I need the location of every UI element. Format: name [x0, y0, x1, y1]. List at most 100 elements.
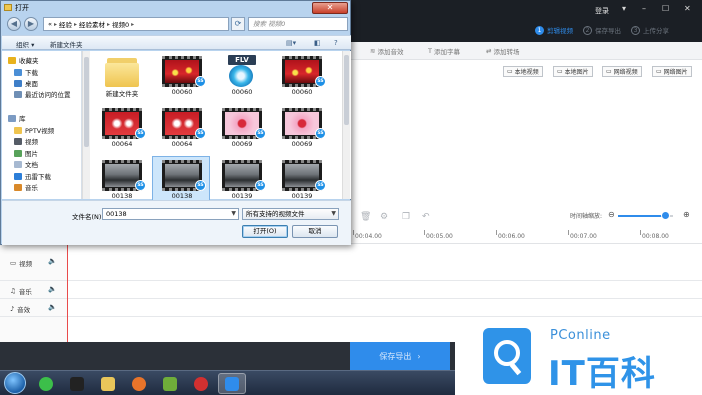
nav-item[interactable]: 库	[8, 113, 26, 123]
nav-item[interactable]: 下载	[14, 67, 38, 77]
file-item[interactable]: SS 00060	[272, 52, 330, 100]
nav-item[interactable]: 最近访问的位置	[14, 89, 71, 99]
file-item[interactable]: SS 00060	[152, 52, 210, 100]
360-app[interactable]	[32, 373, 60, 394]
nav-item[interactable]: 视频	[14, 136, 38, 146]
breadcrumb-item[interactable]: 经验素材	[79, 19, 105, 29]
open-button[interactable]: 打开(O)	[242, 225, 288, 238]
step-edit-video[interactable]: 1 剪辑视频	[535, 25, 573, 35]
track-video[interactable]: ▭ 视频	[10, 258, 32, 268]
scrollbar-thumb[interactable]	[344, 55, 349, 125]
nav-item[interactable]: 音乐	[14, 182, 38, 192]
start-button[interactable]	[4, 372, 26, 394]
file-item[interactable]: SS 00069	[272, 104, 330, 152]
step-label: 保存导出	[595, 27, 621, 35]
login-link[interactable]: 登录	[595, 6, 609, 16]
file-item[interactable]: FLV 00060	[212, 52, 270, 100]
track-music[interactable]: ♫ 音乐	[10, 286, 32, 296]
local-image-button[interactable]: ▭ 本地图片	[553, 66, 593, 77]
copy-icon[interactable]: ❐	[402, 212, 410, 222]
file-grid: 新建文件夹 SS 00060 FLV 00060 SS 00060 SS 00064 SS 0006…	[92, 51, 342, 204]
save-export-button[interactable]: 保存导出 ›	[350, 342, 450, 370]
cancel-button[interactable]: 取消	[292, 225, 338, 238]
breadcrumb-item[interactable]: 经验	[59, 19, 72, 29]
nav-item[interactable]: 文档	[14, 159, 38, 169]
close-icon: ✕	[326, 3, 334, 12]
file-item[interactable]: SS 00139	[272, 156, 330, 204]
firefox-app[interactable]	[125, 373, 153, 394]
record-app[interactable]	[187, 373, 215, 394]
file-item[interactable]: SS 00069	[212, 104, 270, 152]
menu-dropdown-icon[interactable]: ▾	[622, 4, 626, 13]
timeline-playhead[interactable]	[67, 230, 68, 342]
file-item[interactable]: SS 00138	[92, 156, 150, 204]
scrollbar-thumb[interactable]	[84, 57, 89, 147]
maximize-icon[interactable]: ☐	[662, 4, 669, 13]
dialog-titlebar[interactable]: 打开 ✕	[1, 1, 350, 15]
zoom-slider-handle[interactable]	[660, 211, 670, 220]
tab-add-subtitle[interactable]: T 添加字幕	[428, 46, 460, 56]
disc-icon	[229, 65, 253, 87]
filetype-select[interactable]: 所有支持的视频文件 ▼	[242, 208, 339, 220]
qq-app[interactable]	[63, 373, 91, 394]
flv-file-icon: FLV	[225, 55, 259, 87]
file-item[interactable]: SS 00064	[152, 104, 210, 152]
zoom-out-icon[interactable]: ⊖	[608, 210, 615, 219]
file-name: 新建文件夹	[105, 90, 139, 98]
online-video-button[interactable]: ▭ 网络视频	[602, 66, 642, 77]
settings-icon[interactable]: ⚙	[380, 212, 388, 222]
file-item[interactable]: SS 00138	[152, 156, 210, 204]
chevron-down-icon[interactable]: ▼	[231, 209, 236, 219]
nav-item[interactable]: 图片	[14, 148, 38, 158]
view-options-icon[interactable]: ▤▾	[286, 39, 296, 47]
folder-item[interactable]: 新建文件夹	[92, 52, 150, 100]
video-volume-icon[interactable]: 🔈	[48, 257, 57, 265]
filename-input[interactable]: 00138 ▼	[102, 208, 239, 220]
file-grid-scrollbar[interactable]	[342, 51, 350, 199]
online-image-button[interactable]: ▭ 网络图片	[652, 66, 692, 77]
new-folder-button[interactable]: 新建文件夹	[50, 39, 83, 49]
button-label: 本地视频	[514, 69, 539, 76]
forward-button[interactable]: ▶	[24, 17, 38, 31]
step-upload-share[interactable]: 3 上传分享	[631, 25, 669, 35]
delete-icon[interactable]: 🗑	[360, 212, 371, 222]
file-item[interactable]: SS 00064	[92, 104, 150, 152]
nav-item[interactable]: 收藏夹	[8, 55, 39, 65]
navigation-scrollbar[interactable]	[82, 51, 90, 199]
undo-icon[interactable]: ↶	[422, 212, 430, 222]
search-input[interactable]: 搜索 视频0	[248, 17, 348, 31]
step-save-export[interactable]: 2 保存导出	[583, 25, 621, 35]
nav-item[interactable]: PPTV视频	[14, 125, 54, 135]
editor-app[interactable]	[218, 373, 246, 394]
file-item[interactable]: SS 00139	[212, 156, 270, 204]
zoom-in-icon[interactable]: ⊕	[683, 210, 690, 219]
address-bar[interactable]: « ▸ 经验 ▸ 经验素材 ▸ 视频0 ▸	[43, 17, 229, 31]
nav-item-label: 最近访问的位置	[25, 91, 71, 99]
back-button[interactable]: ◀	[7, 17, 21, 31]
local-video-button[interactable]: ▭ 本地视频	[503, 66, 543, 77]
explorer-app[interactable]	[94, 373, 122, 394]
track-label: 音效	[17, 306, 31, 314]
dialog-body: 收藏夹下载 桌面最近访问的位置库 PPTV视频 视频图片 文档迅雷下载 音乐 新建文件夹 S…	[2, 51, 351, 204]
media-app[interactable]	[156, 373, 184, 394]
dialog-close-button[interactable]: ✕	[312, 2, 348, 14]
logo-handle	[509, 362, 522, 376]
track-sound-effect[interactable]: ♪ 音效	[10, 304, 30, 314]
button-label: 本地图片	[564, 69, 589, 76]
breadcrumb-item[interactable]: 视频0	[112, 19, 129, 29]
breadcrumb-overflow[interactable]: «	[48, 20, 52, 28]
refresh-button[interactable]: ⟳	[231, 17, 245, 31]
help-icon[interactable]: ?	[334, 39, 338, 47]
nav-item[interactable]: 桌面	[14, 78, 38, 88]
music-volume-icon[interactable]: 🔈	[48, 285, 57, 293]
filetype-value: 所有支持的视频文件	[246, 210, 305, 218]
player-badge-icon: SS	[195, 180, 206, 191]
preview-pane-icon[interactable]: ◧	[314, 39, 321, 47]
sound-effect-volume-icon[interactable]: 🔈	[48, 303, 57, 311]
organize-menu[interactable]: 组织 ▾	[16, 39, 34, 49]
tab-add-transition[interactable]: ⇄ 添加转场	[486, 46, 519, 56]
nav-item[interactable]: 迅雷下载	[14, 171, 51, 181]
minimize-icon[interactable]: –	[642, 4, 646, 13]
close-icon[interactable]: ✕	[684, 4, 691, 13]
tab-add-sound-effect[interactable]: ≋ 添加音效	[370, 46, 403, 56]
